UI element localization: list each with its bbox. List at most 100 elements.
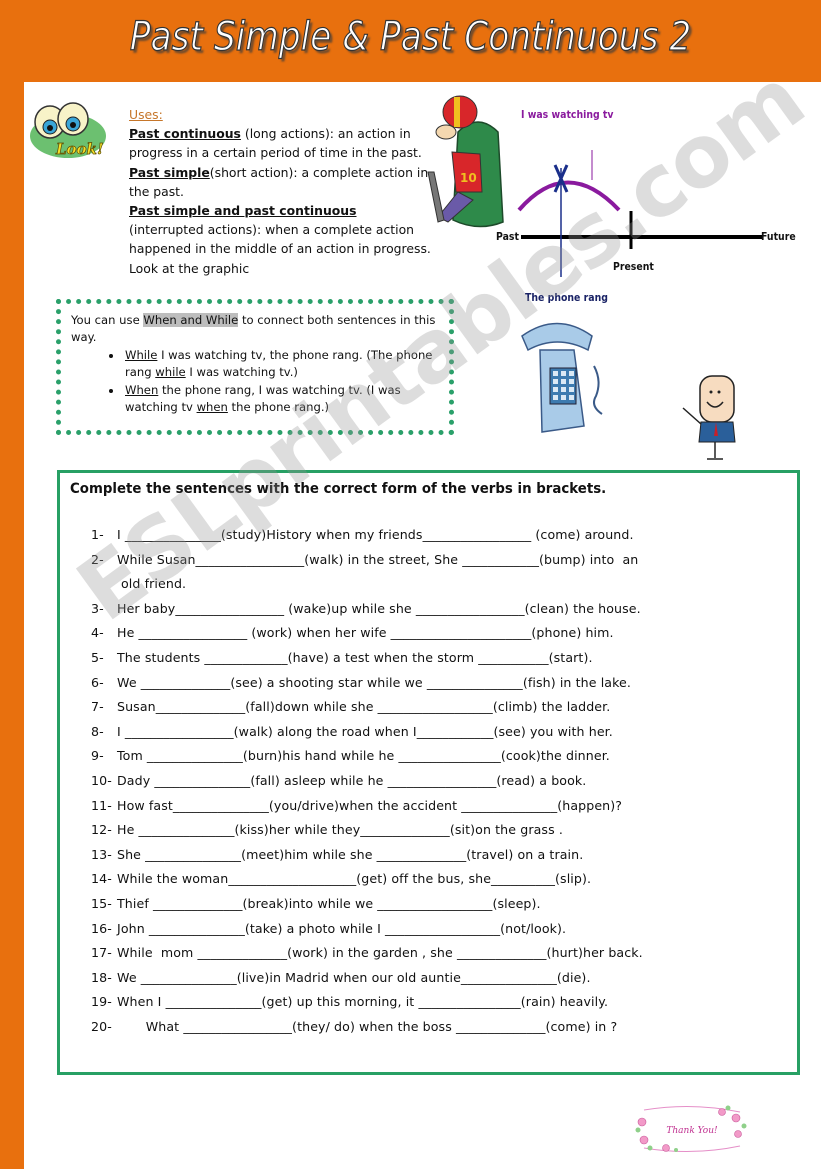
timeline-graph <box>517 150 762 277</box>
exercise-item: 7- Susan______________(fall)down while sh… <box>91 695 791 720</box>
item-number: 19- <box>91 994 112 1010</box>
exercise-list: 1- I _______________(study)History when m… <box>91 523 791 1039</box>
exercise-item: 15- Thief ______________(break)into while… <box>91 892 791 917</box>
exercise-item: 3- Her baby_________________ (wake)up whi… <box>91 597 791 622</box>
example-when: When the phone rang, I was watching tv. … <box>123 382 441 417</box>
uses-label: Uses: <box>129 107 163 122</box>
continuous-action-arc <box>517 180 621 212</box>
exercise-box: Complete the sentences with the correct … <box>57 470 800 1075</box>
example-while: While I was watching tv, the phone rang.… <box>123 347 441 382</box>
ringing-phone-illustration <box>521 322 603 433</box>
term-both: Past simple and past continuous <box>129 203 357 219</box>
label-phone-rang: The phone rang <box>525 291 608 304</box>
example-text: the phone rang.) <box>227 400 330 415</box>
item-sentence[interactable]: The students _____________(have) a test … <box>117 650 593 665</box>
exercise-item: 9- Tom _______________(burn)his hand whil… <box>91 744 791 769</box>
item-sentence[interactable]: While Susan_________________(walk) in th… <box>117 552 638 567</box>
uses-both: Past simple and past continuous (interru… <box>129 201 434 278</box>
exercise-item: 16- John _______________(take) a photo wh… <box>91 917 791 942</box>
item-sentence[interactable]: He _______________(kiss)her while they__… <box>117 822 563 837</box>
item-number: 13- <box>91 846 112 862</box>
item-number: 17- <box>91 945 112 961</box>
exercise-instruction: Complete the sentences with the correct … <box>70 481 607 497</box>
look-eyes-icon: Look! <box>30 102 106 158</box>
item-sentence[interactable]: She _______________(meet)him while she _… <box>117 847 583 862</box>
item-sentence[interactable]: Her baby_________________ (wake)up while… <box>117 601 641 616</box>
uses-section: Uses: Past continuous (long actions): an… <box>129 105 434 278</box>
item-number: 15- <box>91 895 112 911</box>
example-text: I was watching tv.) <box>185 365 298 380</box>
exercise-item: 17- While mom ______________(work) in the… <box>91 941 791 966</box>
item-sentence[interactable]: When I _______________(get) up this morn… <box>117 994 608 1009</box>
exercise-item: 13- She _______________(meet)him while sh… <box>91 843 791 868</box>
item-sentence[interactable]: Susan______________(fall)down while she … <box>117 699 610 714</box>
uses-past-continuous: Past continuous (long actions): an actio… <box>129 124 434 162</box>
exercise-item: 8- I _________________(walk) along the ro… <box>91 720 791 745</box>
item-number: 7- <box>91 699 104 715</box>
when-while-note: You can use When and While to connect bo… <box>56 299 454 435</box>
exercise-item: 12- He _______________(kiss)her while the… <box>91 818 791 843</box>
exercise-item: 4- He _________________ (work) when her w… <box>91 621 791 646</box>
exercise-item: 14- While the woman____________________(g… <box>91 867 791 892</box>
term-past-simple: Past simple <box>129 164 210 180</box>
item-sentence[interactable]: He _________________ (work) when her wif… <box>117 625 614 640</box>
item-sentence[interactable]: Dady _______________(fall) asleep while … <box>117 773 586 788</box>
exercise-item: 20- What _________________(they/ do) whe… <box>91 1015 791 1040</box>
thank-you-text: Thank You! <box>666 1126 718 1136</box>
item-number: 10- <box>91 772 112 788</box>
item-sentence[interactable]: What _________________(they/ do) when th… <box>117 1019 617 1034</box>
item-number: 1- <box>91 527 104 542</box>
item-number: 12- <box>91 822 112 838</box>
exercise-item: 19- When I _______________(get) up this m… <box>91 990 791 1015</box>
uses-past-simple: Past simple(short action): a complete ac… <box>129 163 434 201</box>
item-continuation: old friend. <box>121 576 187 592</box>
waving-man-illustration <box>682 375 736 460</box>
desc-both: (interrupted actions): when a complete a… <box>129 222 431 276</box>
exercise-item: 18- We _______________(live)in Madrid whe… <box>91 966 791 991</box>
exercise-item: 6- We ______________(see) a shooting star… <box>91 671 791 696</box>
highlight-when-while: When and While <box>143 313 239 327</box>
page-title: Past Simple & Past Continuous 2 <box>129 13 692 60</box>
exercise-item: 10- Dady _______________(fall) asleep whi… <box>91 769 791 794</box>
item-sentence[interactable]: We ______________(see) a shooting star w… <box>117 675 631 690</box>
thank-you-card: Thank You! <box>632 1100 752 1158</box>
item-sentence[interactable]: John _______________(take) a photo while… <box>117 921 566 936</box>
intro-text: You can use <box>71 313 144 327</box>
item-number: 18- <box>91 969 112 985</box>
item-number: 5- <box>91 649 104 665</box>
item-number: 20- <box>91 1018 112 1034</box>
item-number: 2- <box>91 551 104 567</box>
item-sentence[interactable]: How fast_______________(you/drive)when t… <box>117 798 622 813</box>
item-sentence[interactable]: While mom ______________(work) in the ga… <box>117 945 643 960</box>
label-past: Past <box>496 230 519 243</box>
label-present: Present <box>613 260 654 273</box>
item-number: 4- <box>91 625 104 641</box>
term-past-continuous: Past continuous <box>129 126 241 142</box>
item-number: 16- <box>91 920 112 936</box>
item-sentence[interactable]: I _________________(walk) along the road… <box>117 724 613 739</box>
exercise-item: 2- While Susan_________________(walk) in … <box>91 548 791 573</box>
item-sentence[interactable]: While the woman____________________(get)… <box>117 871 591 886</box>
exercise-item: 1- I _______________(study)History when m… <box>91 523 791 548</box>
kw-when: When <box>125 382 159 397</box>
item-sentence[interactable]: Thief ______________(break)into while we… <box>117 896 541 911</box>
item-number: 11- <box>91 797 112 813</box>
item-number: 9- <box>91 748 104 764</box>
left-accent-bar <box>0 0 24 1169</box>
item-sentence[interactable]: We _______________(live)in Madrid when o… <box>117 970 591 985</box>
exercise-item: 11- How fast_______________(you/drive)whe… <box>91 794 791 819</box>
look-text: Look! <box>55 140 104 158</box>
label-watching-tv: I was watching tv <box>521 108 614 121</box>
item-number: 14- <box>91 871 112 887</box>
kw-while-2: while <box>155 365 186 380</box>
when-while-intro: You can use When and While to connect bo… <box>71 312 441 347</box>
label-future: Future <box>761 230 796 243</box>
kw-when-2: when <box>196 400 228 415</box>
item-number: 3- <box>91 600 104 616</box>
exercise-item: 5- The students _____________(have) a tes… <box>91 646 791 671</box>
item-number: 8- <box>91 723 104 739</box>
svg-text:10: 10 <box>460 171 477 185</box>
item-sentence[interactable]: Tom _______________(burn)his hand while … <box>117 748 610 763</box>
kw-while: While <box>125 347 158 362</box>
item-sentence[interactable]: I _______________(study)History when my … <box>117 527 634 542</box>
